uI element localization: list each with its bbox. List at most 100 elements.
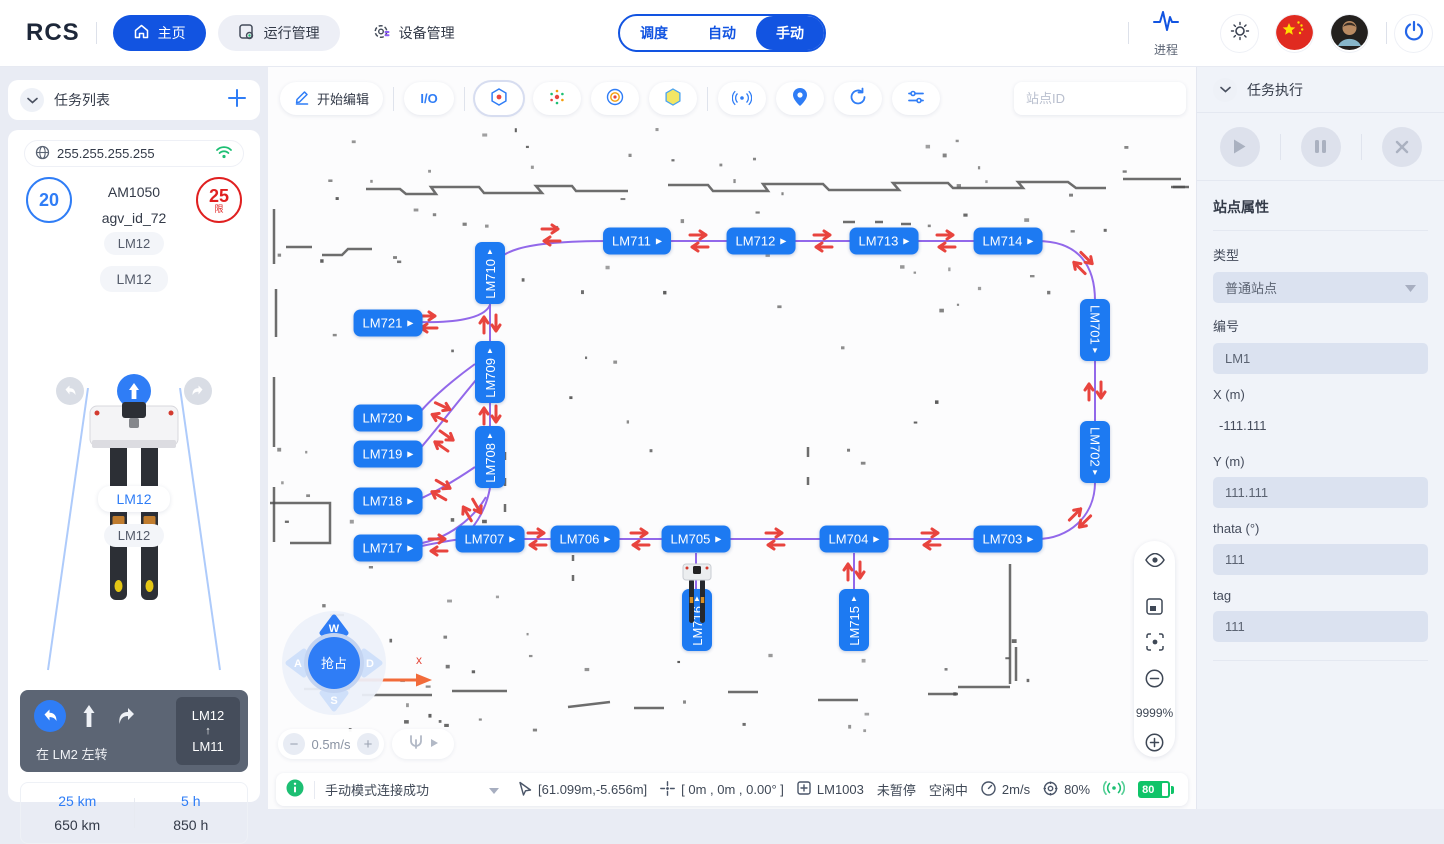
top-bar: RCS 主页 运行管理 设备管理 调度 自动 手动 进程 [0,0,1444,67]
battery-percent: 80 [1138,784,1154,796]
divider [1386,22,1387,44]
play-button[interactable] [1220,127,1260,167]
station-properties-title: 站点属性 [1213,197,1428,231]
station-LM721[interactable]: LM721▶ [354,310,423,337]
scatter-dots-icon [547,87,567,110]
add-task-button[interactable] [226,87,248,114]
mode-manual[interactable]: 手动 [756,16,824,50]
task-exec-panel: 任务执行 站点属性 类型 普通站点 编号 X (m) [1196,67,1444,809]
filter-button[interactable] [892,82,940,115]
station-LM714[interactable]: LM714▶ [974,228,1043,255]
station-LM713[interactable]: LM713▶ [850,228,919,255]
station-LM703[interactable]: LM703▶ [974,526,1043,553]
mode-switch: 调度 自动 手动 [618,14,826,52]
station-LM701[interactable]: LM701▼ [1080,299,1110,361]
station-LM712[interactable]: LM712▶ [727,228,796,255]
power-button[interactable] [1395,15,1432,52]
station-search [1014,82,1186,115]
start-edit-button[interactable]: 开始编辑 [280,82,383,115]
collapse-chevron-icon[interactable] [1213,78,1237,102]
current-speed-badge: 20 [26,177,72,223]
nav-home[interactable]: 主页 [113,15,206,51]
station-LM706[interactable]: LM706▶ [551,526,620,553]
station-LM711[interactable]: LM711▶ [603,228,671,255]
station-LM715[interactable]: ▲LM715 [839,589,869,651]
signal-icon [1103,781,1125,798]
map-canvas[interactable]: LM721▶ ▲LM710 LM711▶ LM712▶ LM713▶ LM714▶ LM70… [268,67,1196,809]
station-LM710[interactable]: ▲LM710 [475,242,505,304]
speed-decrease-button[interactable]: − [283,733,305,755]
zoom-in-button[interactable] [1145,733,1164,757]
zoom-level: 9999% [1136,706,1173,720]
mode-auto[interactable]: 自动 [688,16,756,50]
speed-increase-button[interactable]: + [357,733,379,755]
station-LM707[interactable]: LM707▶ [456,526,525,553]
manual-joystick[interactable]: W S A D 抢占 [278,607,390,724]
type-select[interactable]: 普通站点 [1213,272,1428,303]
divider [1128,22,1129,44]
mode-dispatch[interactable]: 调度 [620,16,688,50]
visibility-button[interactable] [1145,553,1165,572]
layer-target-button[interactable] [591,82,639,115]
minimap-button[interactable] [1146,598,1163,620]
locate-button[interactable] [776,82,824,115]
agv-ip-field[interactable]: 255.255.255.255 [24,140,244,167]
station-LM719[interactable]: LM719▶ [354,441,423,468]
x-input[interactable] [1219,418,1422,433]
location-pin-icon [791,87,809,110]
theta-input[interactable] [1225,552,1416,567]
fork-control-button[interactable] [392,729,454,759]
collapse-chevron-icon[interactable] [20,88,44,112]
china-flag-icon [1276,15,1313,52]
station-search-input[interactable] [1026,91,1196,106]
layer-points-button[interactable] [533,82,581,115]
agv-marker[interactable] [682,563,712,630]
field-tag: tag [1213,588,1428,642]
nav-operations[interactable]: 运行管理 [218,15,340,51]
code-input[interactable] [1225,351,1416,366]
layer-area-button[interactable] [649,82,697,115]
cancel-button[interactable] [1382,127,1422,167]
agv-card: 255.255.255.255 20 25限 AM1050 agv_id_72 … [8,130,260,802]
refresh-button[interactable] [834,82,882,115]
avatar-icon [1331,15,1368,52]
agv-ip-value: 255.255.255.255 [57,146,208,161]
layer-station-button[interactable] [475,82,523,115]
task-exec-controls [1197,113,1444,181]
station-chip-top: LM12 [104,232,165,255]
lidar-button[interactable] [718,82,766,115]
theme-toggle-button[interactable] [1221,15,1258,52]
speedometer-icon [981,781,996,799]
status-bar: 手动模式连接成功 [61.099m,-5.656m] [ 0m , 0m , 0… [276,773,1188,806]
center-focus-button[interactable] [1146,633,1164,656]
station-LM704[interactable]: LM704▶ [820,526,889,553]
station-LM709[interactable]: ▲LM709 [475,341,505,403]
route-edges [268,67,1196,809]
io-button[interactable]: I/O [404,82,454,115]
task-list-title: 任务列表 [54,90,226,110]
process-button[interactable]: 进程 [1146,8,1186,58]
activity-icon [1152,21,1180,38]
target-icon [1043,781,1058,799]
home-icon [133,23,150,43]
station-LM702[interactable]: LM702▼ [1080,421,1110,483]
tag-input[interactable] [1225,619,1416,634]
zoom-out-button[interactable] [1145,669,1164,693]
language-flag-button[interactable] [1276,15,1313,52]
status-message-select[interactable]: 手动模式连接成功 [286,779,505,800]
select-chevron-icon [1405,280,1416,295]
status-message: 手动模式连接成功 [325,780,429,799]
station-LM705[interactable]: LM705▶ [662,526,731,553]
station-LM718[interactable]: LM718▶ [354,488,423,515]
sliders-icon [906,87,926,110]
nav-instruction: 在 LM2 左转 [36,744,108,763]
y-input[interactable] [1225,485,1416,500]
station-LM720[interactable]: LM720▶ [354,405,423,432]
station-LM708[interactable]: ▲LM708 [475,426,505,488]
station-LM717[interactable]: LM717▶ [354,535,423,562]
pause-button[interactable] [1301,127,1341,167]
play-small-icon [430,735,439,753]
user-avatar[interactable] [1331,15,1368,52]
total-hours: 850 h [135,817,248,833]
nav-devices[interactable]: 设备管理 [352,15,475,51]
